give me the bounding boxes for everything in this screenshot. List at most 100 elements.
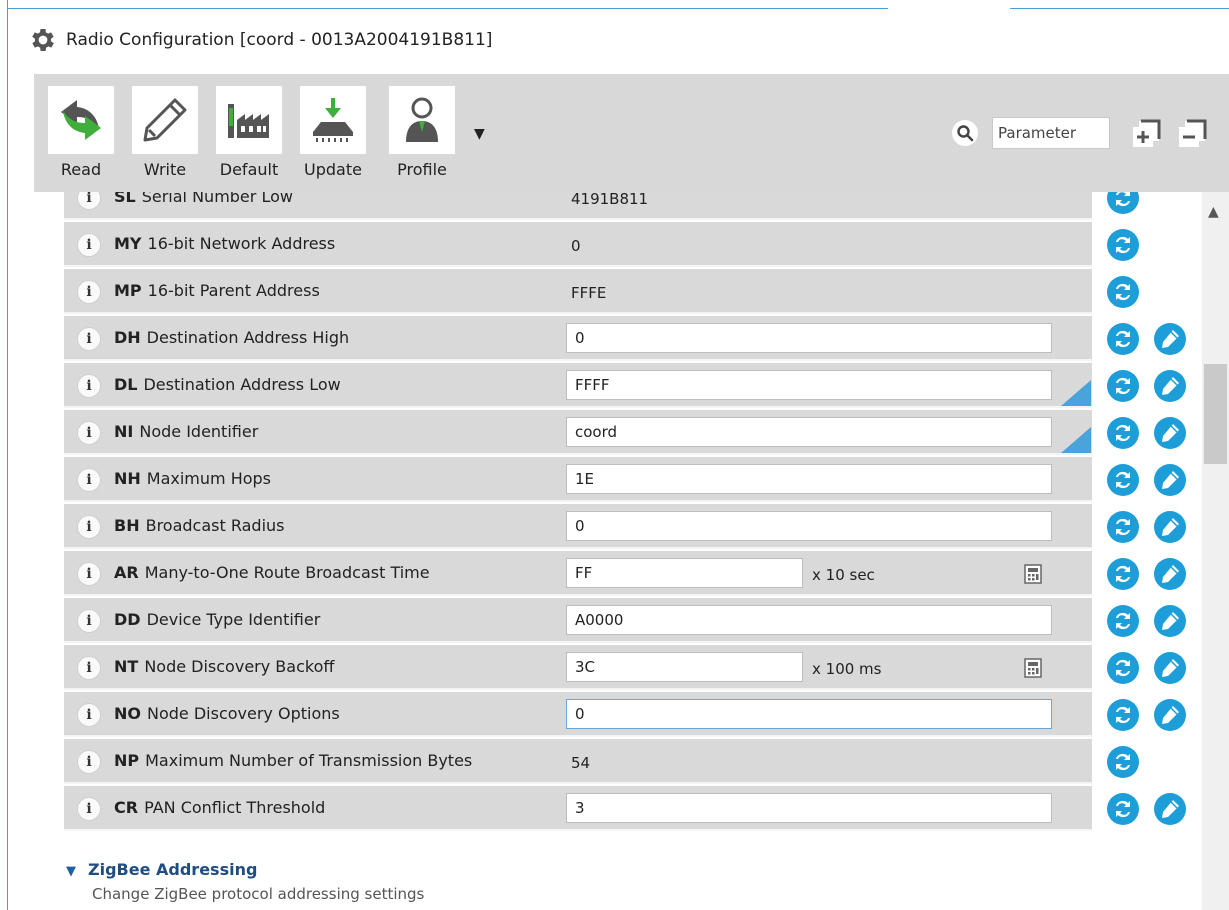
default-button[interactable]: Default: [214, 86, 284, 179]
write-param-button-icon[interactable]: [1152, 509, 1188, 545]
param-label: Node Discovery Backoff: [144, 657, 335, 676]
read-param-button-icon[interactable]: [1105, 462, 1141, 498]
section-expand-arrow-icon[interactable]: ▼: [66, 864, 76, 879]
section-title[interactable]: ZigBee Addressing: [88, 860, 257, 879]
param-row-my: i MY 16-bit Network Address 0: [64, 222, 1092, 267]
param-row-bh: i BH Broadcast Radius: [64, 504, 1092, 549]
window-title: Radio Configuration [coord - 0013A200419…: [66, 30, 493, 50]
calculator-icon[interactable]: [1023, 564, 1043, 584]
param-name: MY 16-bit Network Address: [114, 234, 335, 253]
param-label: Device Type Identifier: [146, 610, 321, 629]
read-label: Read: [60, 160, 102, 179]
toolbar: Read Write Default Update Profile ▼ Para…: [34, 74, 1229, 192]
param-value-input[interactable]: [566, 558, 803, 588]
write-param-button-icon[interactable]: [1152, 650, 1188, 686]
read-param-button-icon[interactable]: [1105, 509, 1141, 545]
scroll-up-arrow-icon[interactable]: ▲: [1208, 204, 1219, 220]
read-param-button-icon[interactable]: [1105, 556, 1141, 592]
vertical-scrollbar[interactable]: ▲: [1202, 192, 1229, 910]
param-code: CR: [114, 798, 139, 817]
read-param-button-icon[interactable]: [1105, 227, 1141, 263]
expand-all-icon[interactable]: [1131, 117, 1163, 149]
info-icon[interactable]: i: [77, 327, 101, 351]
read-param-button-icon[interactable]: [1105, 791, 1141, 827]
param-code: NI: [114, 422, 134, 441]
param-label: PAN Conflict Threshold: [144, 798, 326, 817]
write-param-button-icon[interactable]: [1152, 556, 1188, 592]
write-param-button-icon[interactable]: [1152, 462, 1188, 498]
read-param-button-icon[interactable]: [1105, 650, 1141, 686]
param-code: MY: [114, 234, 142, 253]
update-label: Update: [304, 160, 362, 179]
read-param-button-icon[interactable]: [1105, 415, 1141, 451]
info-icon[interactable]: i: [77, 750, 101, 774]
info-icon[interactable]: i: [77, 656, 101, 680]
firmware-update-icon: [313, 98, 353, 142]
info-icon[interactable]: i: [77, 703, 101, 727]
info-icon[interactable]: i: [77, 374, 101, 398]
info-icon[interactable]: i: [77, 609, 101, 633]
profile-dropdown-arrow-icon[interactable]: ▼: [474, 126, 485, 142]
param-value: 4191B811: [571, 190, 649, 208]
param-value-input[interactable]: [566, 699, 1052, 729]
read-param-button-icon[interactable]: [1105, 321, 1141, 357]
write-param-button-icon[interactable]: [1152, 603, 1188, 639]
param-name: DD Device Type Identifier: [114, 610, 320, 629]
param-value-input[interactable]: [566, 370, 1052, 400]
info-icon[interactable]: i: [77, 421, 101, 445]
profile-label: Profile: [397, 160, 447, 179]
param-row-dh: i DH Destination Address High: [64, 316, 1092, 361]
gear-icon: [32, 29, 54, 51]
write-button[interactable]: Write: [130, 86, 200, 179]
param-row-ar: i AR Many-to-One Route Broadcast Time x 10 …: [64, 551, 1092, 596]
calculator-icon[interactable]: [1023, 658, 1043, 678]
param-name: NT Node Discovery Backoff: [114, 657, 334, 676]
param-code: NH: [114, 469, 141, 488]
info-icon[interactable]: i: [77, 797, 101, 821]
param-value: FFFE: [571, 284, 607, 302]
search-icon: [951, 119, 979, 147]
info-icon[interactable]: i: [77, 468, 101, 492]
param-row-cr: i CR PAN Conflict Threshold: [64, 786, 1092, 831]
update-button[interactable]: Update: [298, 86, 368, 179]
write-param-button-icon[interactable]: [1152, 368, 1188, 404]
factory-icon: [228, 104, 269, 138]
read-param-button-icon[interactable]: [1105, 368, 1141, 404]
write-param-button-icon[interactable]: [1152, 415, 1188, 451]
param-code: MP: [114, 281, 142, 300]
info-icon[interactable]: i: [77, 562, 101, 586]
read-button[interactable]: Read: [46, 86, 116, 179]
read-param-button-icon[interactable]: [1105, 697, 1141, 733]
scroll-thumb[interactable]: [1204, 364, 1227, 464]
collapse-all-icon[interactable]: [1177, 117, 1209, 149]
read-param-button-icon[interactable]: [1105, 744, 1141, 780]
param-code: NT: [114, 657, 139, 676]
param-value-input[interactable]: [566, 652, 803, 682]
read-param-button-icon[interactable]: [1105, 274, 1141, 310]
info-icon[interactable]: i: [77, 515, 101, 539]
param-value-input[interactable]: [566, 793, 1052, 823]
param-value-input[interactable]: [566, 511, 1052, 541]
param-row-nt: i NT Node Discovery Backoff x 100 ms: [64, 645, 1092, 690]
param-code: DD: [114, 610, 141, 629]
param-value-input[interactable]: [566, 464, 1052, 494]
param-value-input[interactable]: [566, 605, 1052, 635]
param-name: NI Node Identifier: [114, 422, 258, 441]
write-param-button-icon[interactable]: [1152, 697, 1188, 733]
info-icon[interactable]: i: [77, 233, 101, 257]
param-code: NP: [114, 751, 140, 770]
write-param-button-icon[interactable]: [1152, 791, 1188, 827]
unit-label: x 10 sec: [812, 566, 875, 584]
param-code: BH: [114, 516, 140, 535]
read-param-button-icon[interactable]: [1105, 603, 1141, 639]
parameter-search-input[interactable]: [992, 117, 1110, 149]
changed-value-marker: [1061, 380, 1091, 406]
param-name: NO Node Discovery Options: [114, 704, 340, 723]
info-icon[interactable]: i: [77, 280, 101, 304]
default-label: Default: [219, 160, 279, 179]
param-value-input[interactable]: [566, 323, 1052, 353]
profile-button[interactable]: Profile: [387, 86, 457, 179]
write-param-button-icon[interactable]: [1152, 321, 1188, 357]
param-value-input[interactable]: [566, 417, 1052, 447]
param-name: DH Destination Address High: [114, 328, 349, 347]
